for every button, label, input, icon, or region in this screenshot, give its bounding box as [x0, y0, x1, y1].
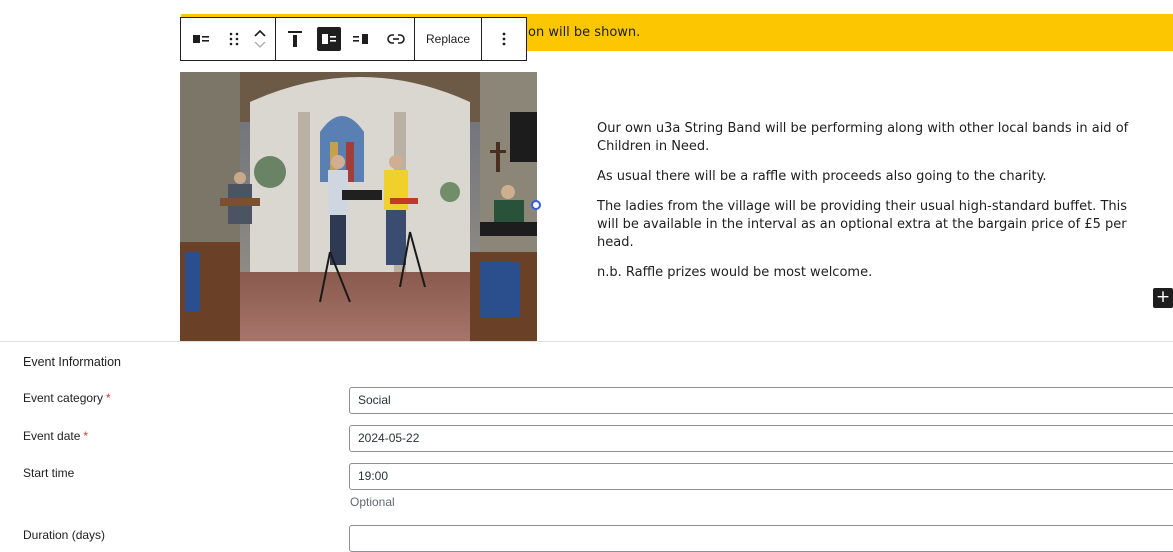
toolbar-group-more — [482, 18, 526, 60]
toolbar-group-replace: Replace — [415, 18, 483, 60]
start-time-label: Start time — [23, 466, 75, 480]
move-buttons — [245, 18, 275, 60]
link-icon[interactable] — [378, 18, 414, 60]
band-photo[interactable] — [180, 72, 537, 341]
media-text-content: Our own u3a String Band will be performi… — [597, 120, 1137, 294]
toolbar-group-layout — [276, 18, 415, 60]
paragraph-band[interactable]: Our own u3a String Band will be performi… — [597, 120, 1137, 156]
move-down-icon[interactable] — [254, 41, 266, 49]
add-block-button[interactable]: + — [1153, 288, 1173, 308]
duration-label: Duration (days) — [23, 528, 106, 542]
duration-input[interactable] — [349, 525, 1173, 552]
required-mark: * — [83, 429, 89, 443]
replace-button[interactable]: Replace — [415, 18, 481, 60]
block-toolbar: Replace — [180, 17, 527, 61]
move-up-icon[interactable] — [254, 29, 266, 37]
event-information-panel: Event Information Event category * Social… — [0, 341, 1173, 552]
start-time-hint: Optional — [350, 495, 395, 509]
paragraph-raffle[interactable]: As usual there will be a raffle with pro… — [597, 168, 1137, 186]
notice-text: on will be shown. — [528, 25, 641, 40]
paragraph-buffet[interactable]: The ladies from the village will be prov… — [597, 198, 1137, 252]
more-options-icon[interactable] — [482, 18, 526, 60]
event-date-label-text: Event date — [23, 429, 81, 443]
required-mark: * — [106, 391, 111, 405]
event-category-label: Event category * — [23, 391, 111, 405]
paragraph-prizes[interactable]: n.b. Raffle prizes would be most welcome… — [597, 264, 1137, 282]
event-category-label-text: Event category — [23, 391, 104, 405]
media-on-right-icon[interactable] — [344, 18, 378, 60]
image-resize-handle[interactable] — [531, 200, 541, 210]
drag-handle-icon[interactable] — [223, 18, 245, 60]
event-date-label: Event date * — [23, 429, 88, 443]
start-time-input[interactable]: 19:00 — [349, 463, 1173, 490]
event-date-input[interactable]: 2024-05-22 — [349, 425, 1173, 452]
toolbar-group-block — [181, 18, 276, 60]
align-top-icon[interactable] — [276, 18, 314, 60]
media-on-left-icon[interactable] — [314, 18, 344, 60]
align-media-left-icon[interactable] — [181, 18, 223, 60]
event-category-select[interactable]: Social — [349, 387, 1173, 414]
panel-title: Event Information — [23, 355, 121, 369]
